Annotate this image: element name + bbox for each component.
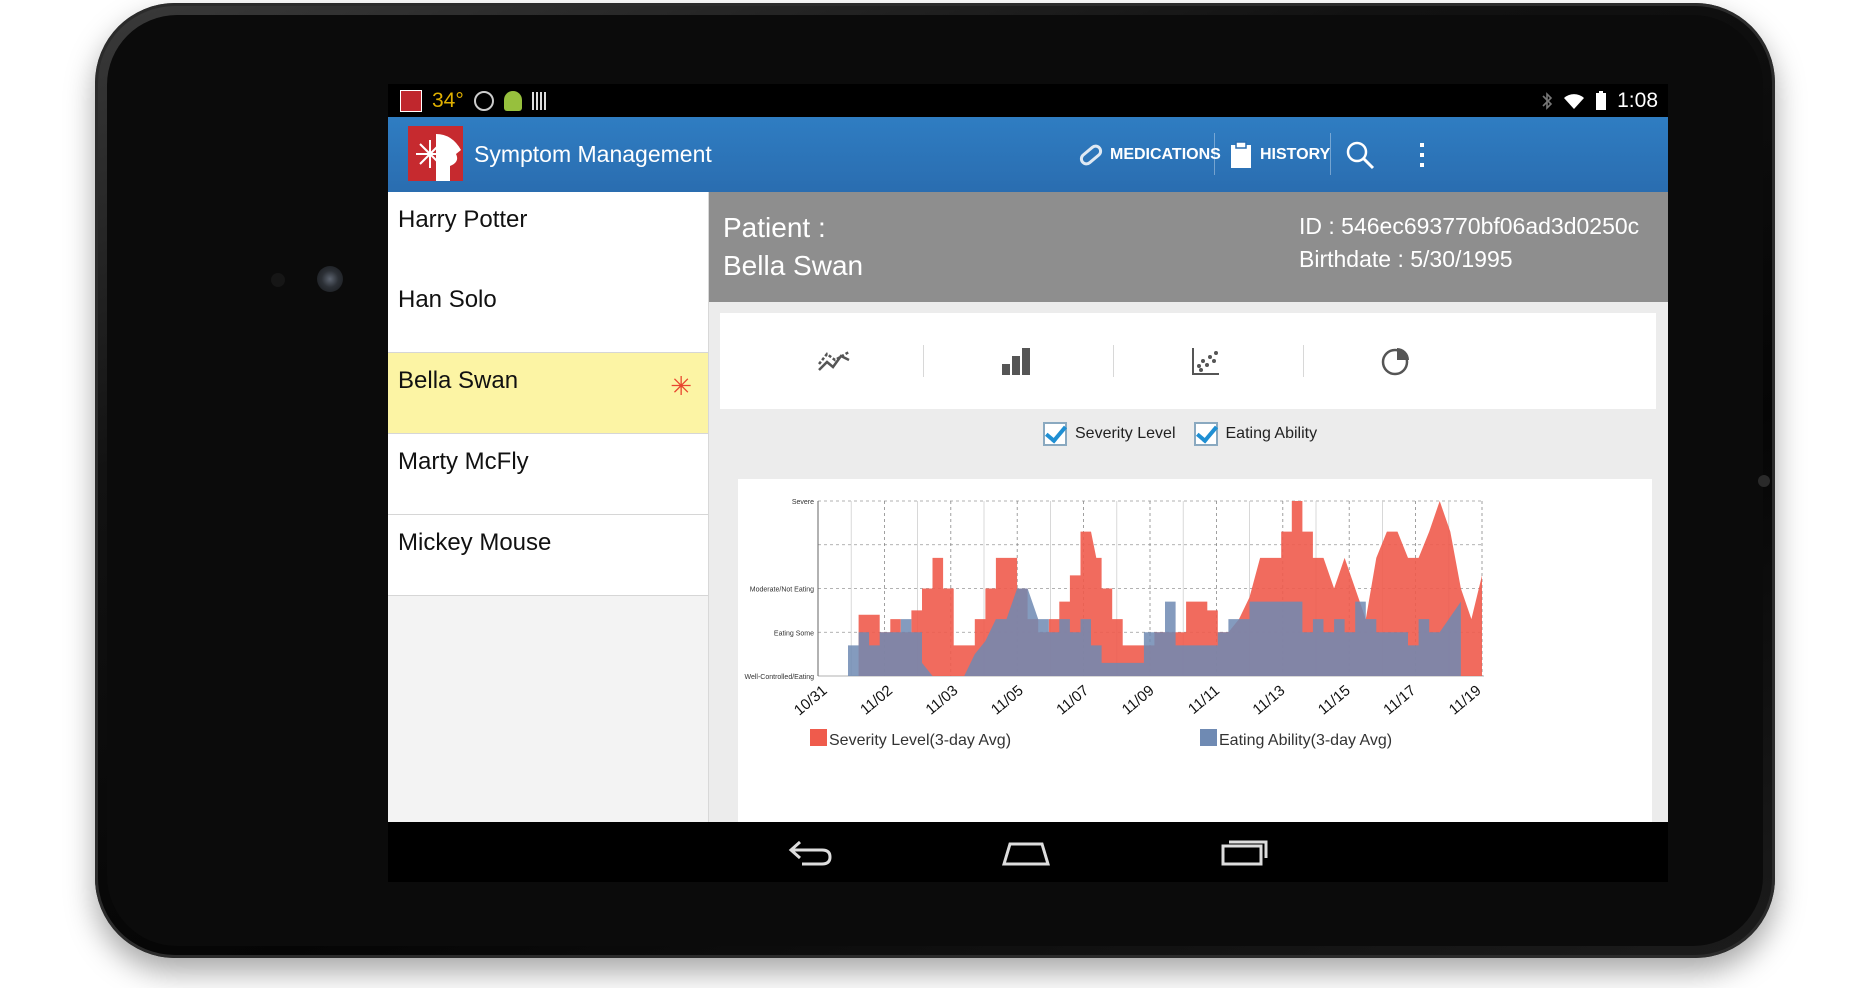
app-logo-icon bbox=[408, 126, 463, 181]
patient-name: Mickey Mouse bbox=[398, 529, 552, 556]
x-tick-label: 11/03 bbox=[923, 682, 962, 718]
back-icon[interactable] bbox=[788, 838, 834, 866]
medications-button[interactable]: MEDICATIONS bbox=[1078, 117, 1221, 192]
pie-chart-icon bbox=[1381, 348, 1409, 376]
chart-panel: Well-Controlled/Eating Eating Some Moderat… bbox=[738, 479, 1652, 822]
patient-birthdate: Birthdate : 5/30/1995 bbox=[1299, 246, 1513, 272]
battery-icon bbox=[1596, 91, 1607, 110]
status-bar: 34° 1:08 bbox=[388, 84, 1668, 117]
home-icon[interactable] bbox=[1002, 838, 1050, 866]
navigation-bar bbox=[388, 822, 1668, 882]
x-tick-label: 11/02 bbox=[857, 682, 896, 718]
x-tick-label: 11/09 bbox=[1119, 682, 1158, 718]
legend-swatch bbox=[810, 729, 827, 746]
tablet-device: 34° 1:08 Symptom Management MEDICATIONS … bbox=[95, 3, 1775, 958]
line-chart-icon bbox=[817, 350, 850, 371]
barcode-icon bbox=[531, 92, 548, 110]
sync-icon bbox=[473, 91, 494, 111]
history-label: HISTORY bbox=[1260, 145, 1331, 163]
recents-icon[interactable] bbox=[1220, 836, 1268, 866]
light-sensor bbox=[1758, 475, 1770, 487]
scatter-chart-icon bbox=[1191, 348, 1219, 375]
chart-type-tabs bbox=[720, 313, 1656, 409]
y-tick-label: Moderate/Not Eating bbox=[750, 587, 814, 594]
clock-text: 1:08 bbox=[1617, 89, 1658, 112]
bluetooth-icon bbox=[1542, 92, 1553, 110]
overflow-menu-button[interactable] bbox=[1418, 117, 1426, 192]
patient-detail: Patient : Bella Swan ID : 546ec693770bf0… bbox=[709, 192, 1668, 822]
x-tick-label: 10/31 bbox=[791, 682, 831, 719]
eating-checkbox-label: Eating Ability bbox=[1225, 425, 1318, 442]
screen: 34° 1:08 Symptom Management MEDICATIONS … bbox=[388, 84, 1668, 882]
y-tick-label: Eating Some bbox=[774, 630, 814, 637]
patient-id: ID : 546ec693770bf06ad3d0250c bbox=[1299, 213, 1640, 239]
app-notification-icon bbox=[400, 90, 422, 112]
y-tick-label: Severe bbox=[792, 499, 814, 506]
clipboard-icon bbox=[1231, 140, 1251, 168]
search-icon bbox=[1346, 141, 1375, 169]
patient-name: Harry Potter bbox=[398, 206, 528, 233]
patient-name: Han Solo bbox=[398, 286, 497, 313]
patient-label: Patient : bbox=[723, 212, 826, 243]
search-button[interactable] bbox=[1344, 117, 1376, 192]
medications-label: MEDICATIONS bbox=[1110, 145, 1221, 163]
y-tick-label: Well-Controlled/Eating bbox=[744, 674, 814, 681]
patient-name-heading: Bella Swan bbox=[723, 250, 864, 281]
x-tick-label: 11/11 bbox=[1185, 682, 1223, 718]
tab-pie-chart[interactable] bbox=[1282, 313, 1509, 409]
patient-list-item-selected[interactable]: Bella Swan ✳ bbox=[388, 353, 708, 434]
front-sensor bbox=[271, 273, 285, 287]
bar-chart-icon bbox=[1001, 348, 1030, 375]
severity-checkbox-label: Severity Level bbox=[1075, 425, 1176, 442]
temperature-text: 34° bbox=[432, 89, 464, 112]
legend-label: Severity Level(3-day Avg) bbox=[829, 732, 1011, 749]
x-tick-label: 11/07 bbox=[1053, 682, 1092, 718]
wifi-icon bbox=[1564, 94, 1585, 109]
patient-name: Bella Swan bbox=[398, 367, 519, 394]
severity-checkbox[interactable]: Severity Level bbox=[1043, 422, 1176, 446]
pill-icon bbox=[1079, 144, 1103, 165]
action-bar: Symptom Management MEDICATIONS HISTORY bbox=[388, 117, 1668, 192]
symptom-area-chart: Well-Controlled/Eating Eating Some Moderat… bbox=[744, 499, 1485, 749]
x-tick-label: 11/05 bbox=[988, 682, 1027, 718]
patient-list-item[interactable]: Harry Potter bbox=[388, 192, 708, 273]
series-filters: Severity Level Eating Ability bbox=[1043, 422, 1317, 446]
checkbox-checked-icon bbox=[1043, 422, 1067, 446]
patient-list: Harry Potter Han Solo Bella Swan ✳ Marty… bbox=[388, 192, 709, 822]
front-camera bbox=[317, 266, 343, 292]
app-title: Symptom Management bbox=[474, 141, 712, 167]
x-tick-label: 11/13 bbox=[1250, 682, 1289, 718]
checkbox-checked-icon bbox=[1193, 422, 1218, 446]
action-divider bbox=[1330, 133, 1331, 175]
flag-icon: ✳ bbox=[670, 371, 692, 401]
patient-list-item[interactable]: Han Solo bbox=[388, 272, 708, 353]
more-vertical-icon bbox=[1420, 142, 1424, 167]
eating-checkbox[interactable]: Eating Ability bbox=[1193, 422, 1318, 446]
patient-name: Marty McFly bbox=[398, 448, 529, 475]
x-tick-label: 11/17 bbox=[1380, 682, 1419, 718]
android-icon bbox=[503, 91, 522, 111]
legend-label: Eating Ability(3-day Avg) bbox=[1219, 732, 1392, 749]
x-tick-label: 11/19 bbox=[1446, 682, 1485, 718]
history-button[interactable]: HISTORY bbox=[1230, 117, 1330, 192]
x-tick-label: 11/15 bbox=[1315, 682, 1354, 718]
patient-list-item[interactable]: Marty McFly bbox=[388, 434, 708, 515]
patient-header: Patient : Bella Swan ID : 546ec693770bf0… bbox=[709, 192, 1668, 302]
action-divider bbox=[1214, 133, 1215, 175]
patient-list-item[interactable]: Mickey Mouse bbox=[388, 515, 708, 596]
legend-swatch bbox=[1200, 729, 1217, 746]
